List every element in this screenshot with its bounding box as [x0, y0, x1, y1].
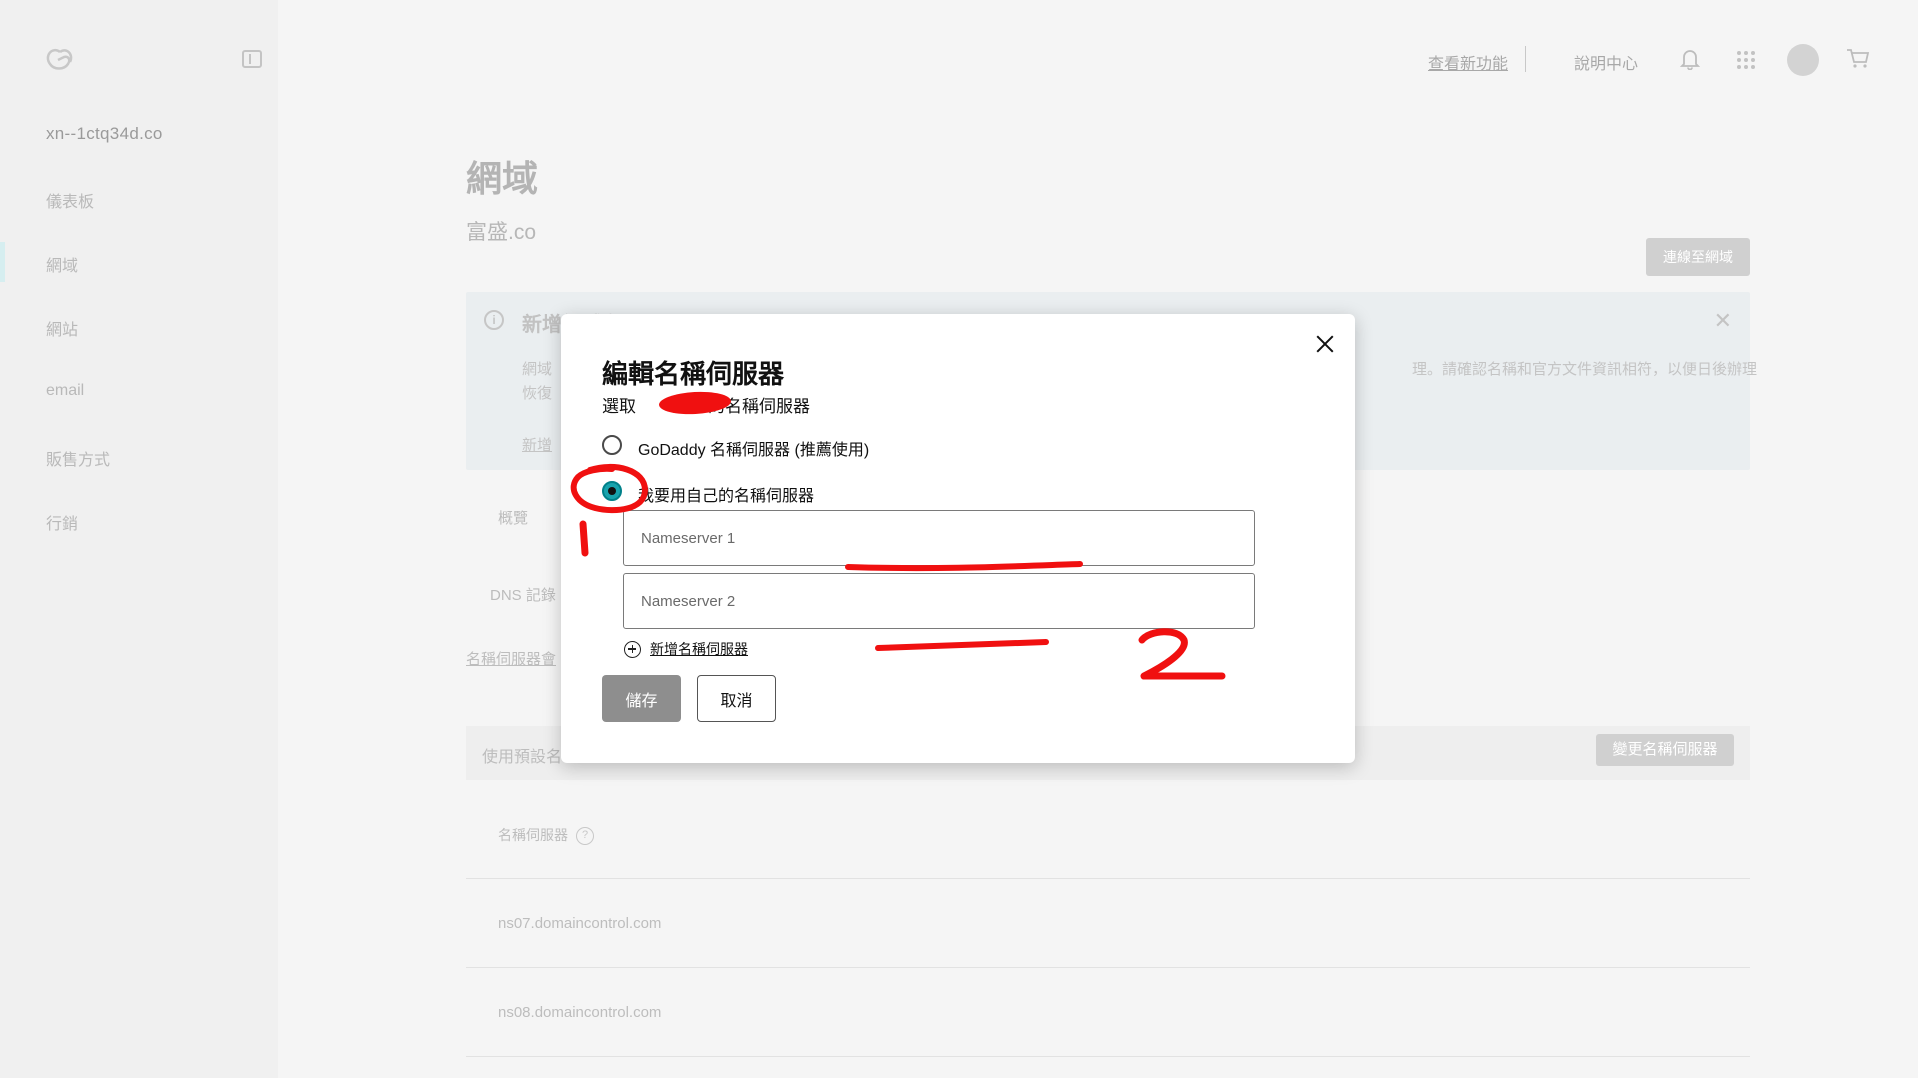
dialog-subtitle-prefix: 選取	[602, 397, 636, 416]
info-body-right: 理。請確認名稱和官方文件資訊相符，以便日後辦理	[1412, 361, 1758, 378]
info-panel-link[interactable]: 新增	[522, 434, 552, 455]
connect-domain-button[interactable]: 連線至網域	[1646, 238, 1750, 276]
nameserver-header-label: 名稱伺服器	[498, 827, 568, 843]
sidebar: xn--1ctq34d.co 儀表板 網域 網站 email 販售方式 行銷	[0, 0, 278, 1078]
nameserver-info-link[interactable]: 名稱伺服器會	[466, 648, 556, 669]
save-button[interactable]: 儲存	[602, 675, 681, 722]
godaddy-logo[interactable]	[46, 48, 74, 72]
domain-subtitle: 富盛.co	[466, 221, 537, 244]
close-icon[interactable]	[1313, 332, 1337, 356]
add-nameserver-button[interactable]: 新增名稱伺服器	[624, 639, 748, 659]
tab-overview[interactable]: 概覽	[498, 507, 528, 528]
bell-icon[interactable]	[1680, 48, 1700, 70]
nameserver-row: ns07.domaincontrol.com	[498, 915, 662, 932]
row-divider	[466, 1056, 1750, 1057]
nameserver-table-header: 名稱伺服器?	[498, 825, 594, 846]
godaddy-nameservers-label[interactable]: GoDaddy 名稱伺服器 (推薦使用)	[638, 436, 869, 460]
nameserver-row: ns08.domaincontrol.com	[498, 1004, 662, 1021]
cart-icon[interactable]	[1846, 48, 1870, 70]
custom-nameservers-radio[interactable]	[602, 481, 622, 501]
edit-nameservers-dialog: 編輯名稱伺服器 選取 的名稱伺服器 GoDaddy 名稱伺服器 (推薦使用) 我要…	[561, 314, 1355, 763]
row-divider	[466, 967, 1750, 968]
tab-dns-records[interactable]: DNS 記錄	[490, 584, 556, 605]
default-nameserver-text: 使用預設名	[482, 749, 563, 766]
dialog-title: 編輯名稱伺服器	[602, 359, 785, 389]
custom-nameservers-label[interactable]: 我要用自己的名稱伺服器	[638, 482, 814, 506]
godaddy-nameservers-radio[interactable]	[602, 435, 622, 455]
help-center-link[interactable]: 說明中心	[1574, 50, 1638, 74]
sidebar-item-website[interactable]: 網站	[46, 316, 78, 340]
cancel-button[interactable]: 取消	[697, 675, 776, 722]
topbar-divider	[1525, 46, 1526, 72]
change-nameservers-button[interactable]: 變更名稱伺服器	[1596, 734, 1734, 766]
row-divider	[466, 878, 1750, 879]
sidebar-collapse-icon[interactable]	[242, 50, 262, 68]
sidebar-active-indicator	[0, 242, 5, 282]
help-icon[interactable]: ?	[576, 827, 594, 846]
whats-new-link[interactable]: 查看新功能	[1428, 50, 1508, 74]
nameserver-2-input[interactable]	[623, 573, 1255, 629]
sidebar-item-marketing[interactable]: 行銷	[46, 510, 78, 534]
sidebar-item-sales[interactable]: 販售方式	[46, 446, 110, 470]
nameserver-1-input[interactable]	[623, 510, 1255, 566]
add-nameserver-label: 新增名稱伺服器	[650, 641, 748, 657]
page-title: 網域	[466, 158, 539, 199]
info-panel-close-icon[interactable]: ✕	[1714, 308, 1732, 334]
info-icon: i	[484, 310, 504, 330]
sidebar-item-email[interactable]: email	[46, 382, 84, 400]
avatar[interactable]	[1787, 44, 1819, 76]
sidebar-item-domain[interactable]: 網域	[46, 252, 78, 276]
plus-circle-icon	[624, 640, 641, 658]
apps-grid-icon[interactable]	[1737, 51, 1755, 69]
sidebar-item-dashboard[interactable]: 儀表板	[46, 188, 94, 212]
sidebar-domain-name: xn--1ctq34d.co	[46, 124, 163, 143]
